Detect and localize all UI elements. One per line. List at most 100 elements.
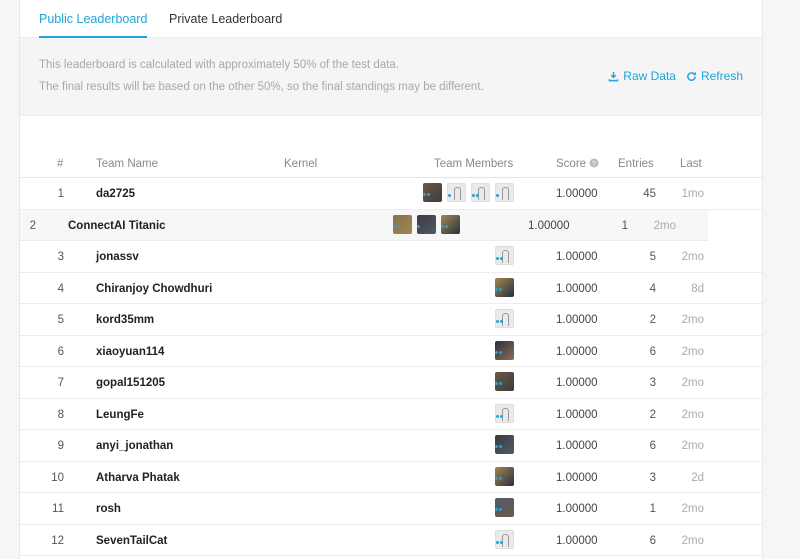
row-team-name[interactable]: xiaoyuan114 — [96, 346, 164, 358]
row-entries: 6 — [649, 345, 656, 358]
row-rank: 11 — [52, 503, 64, 515]
default-avatar-icon[interactable] — [495, 529, 514, 549]
row-rank: 9 — [57, 440, 64, 452]
row-entries: 2 — [649, 314, 656, 326]
row-score: 1.00000 — [556, 503, 598, 515]
row-score: 1.00000 — [556, 314, 598, 326]
row-team-name[interactable]: da2725 — [96, 188, 135, 200]
row-rank: 1 — [57, 188, 64, 200]
table-row[interactable]: 4 Chiranjoy Chowdhuri 1.00000 4 8d — [20, 273, 762, 304]
row-entries: 2 — [649, 408, 656, 421]
table-row[interactable]: 9 anyi_jonathan 1.00000 6 2mo — [20, 430, 762, 462]
table-row[interactable]: 11 rosh 1.00000 1 2mo — [20, 493, 762, 525]
row-score: 1.00000 — [556, 251, 598, 263]
col-score[interactable]: Score ? — [556, 158, 599, 170]
tab-public-leaderboard[interactable]: Public Leaderboard — [39, 12, 148, 39]
refresh-label: Refresh — [700, 69, 743, 83]
row-score: 1.00000 — [556, 188, 598, 200]
row-team-name[interactable]: kord35mm — [96, 314, 154, 326]
row-score: 1.00000 — [556, 534, 598, 547]
help-icon[interactable]: ? — [589, 158, 599, 168]
svg-text:?: ? — [592, 161, 596, 168]
table-row[interactable]: 6 xiaoyuan114 1.00000 6 2mo — [20, 336, 762, 367]
col-team-members: Team Members — [434, 158, 514, 170]
col-team-name[interactable]: Team Name — [96, 158, 158, 170]
default-avatar-icon[interactable] — [495, 183, 514, 202]
row-rank: 12 — [51, 534, 64, 547]
row-team-name[interactable]: ConnectAI Titanic — [68, 220, 166, 232]
table-row[interactable]: 5 kord35mm 1.00000 2 2mo — [20, 304, 762, 336]
row-entries: 1 — [621, 219, 628, 232]
team-members — [495, 498, 514, 517]
download-icon — [608, 71, 619, 81]
leaderboard-tabs: Public Leaderboard Private Leaderboard — [20, 0, 762, 39]
row-entries: 3 — [649, 471, 656, 484]
raw-data-link[interactable]: Raw Data — [608, 69, 676, 83]
refresh-icon — [687, 71, 696, 81]
row-rank: 3 — [57, 251, 64, 263]
row-team-name[interactable]: gopal151205 — [96, 377, 165, 389]
avatar[interactable] — [393, 214, 412, 234]
table-row[interactable]: 2 ConnectAI Titanic 1.00000 1 2mo — [20, 209, 708, 241]
team-members — [495, 340, 514, 360]
row-entries: 3 — [649, 377, 656, 389]
row-last: 2mo — [681, 251, 704, 263]
leaderboard-rows: 1 da2725 1.00000 45 1mo 2 ConnectAI Titanic 1.0… — [20, 178, 762, 556]
row-team-name[interactable]: Atharva Phatak — [96, 472, 180, 484]
row-last: 2mo — [681, 440, 704, 452]
notice-actions: Raw Data Refresh — [608, 69, 743, 83]
table-row[interactable]: 1 da2725 1.00000 45 1mo — [20, 178, 762, 210]
col-score-label: Score — [556, 158, 587, 170]
row-rank: 5 — [57, 314, 64, 326]
row-entries: 6 — [649, 534, 656, 547]
row-rank: 4 — [57, 282, 64, 295]
row-last: 2d — [691, 471, 704, 484]
row-team-name[interactable]: Chiranjoy Chowdhuri — [96, 283, 212, 295]
refresh-link[interactable]: Refresh — [686, 69, 743, 83]
avatar[interactable] — [495, 340, 514, 360]
team-members — [495, 246, 514, 265]
notice-line-2: The final results will be based on the o… — [39, 81, 484, 93]
row-team-name[interactable]: anyi_jonathan — [96, 440, 173, 452]
col-last: Last — [680, 158, 702, 170]
default-avatar-icon[interactable] — [447, 183, 466, 202]
avatar[interactable] — [495, 435, 514, 454]
row-rank: 7 — [57, 377, 64, 389]
avatar[interactable] — [495, 372, 514, 391]
default-avatar-icon[interactable] — [471, 183, 490, 202]
table-row[interactable]: 12 SevenTailCat 1.00000 6 2mo — [20, 525, 762, 556]
row-score: 1.00000 — [556, 377, 598, 389]
tab-private-leaderboard[interactable]: Private Leaderboard — [169, 12, 282, 26]
table-row[interactable]: 10 Atharva Phatak 1.00000 3 2d — [20, 462, 762, 493]
row-team-name[interactable]: LeungFe — [96, 409, 144, 421]
row-score: 1.00000 — [528, 219, 570, 232]
default-avatar-icon[interactable] — [495, 403, 514, 423]
table-row[interactable]: 7 gopal151205 1.00000 3 2mo — [20, 367, 762, 399]
avatar[interactable] — [441, 214, 460, 234]
avatar[interactable] — [495, 498, 514, 517]
avatar[interactable] — [423, 183, 442, 202]
row-entries: 45 — [643, 188, 656, 200]
row-team-name[interactable]: jonassv — [96, 251, 139, 263]
avatar[interactable] — [495, 277, 514, 297]
team-members — [423, 183, 514, 202]
team-members — [393, 214, 460, 234]
row-rank: 10 — [51, 471, 64, 484]
raw-data-label: Raw Data — [623, 69, 676, 83]
row-last: 2mo — [681, 534, 704, 547]
avatar[interactable] — [417, 214, 436, 234]
row-last: 2mo — [681, 503, 704, 515]
table-row[interactable]: 8 LeungFe 1.00000 2 2mo — [20, 399, 762, 430]
default-avatar-icon[interactable] — [495, 246, 514, 265]
avatar[interactable] — [495, 466, 514, 486]
row-team-name[interactable]: SevenTailCat — [96, 535, 167, 547]
leaderboard-panel: Public Leaderboard Private Leaderboard T… — [19, 0, 763, 559]
default-avatar-icon[interactable] — [495, 309, 514, 328]
row-score: 1.00000 — [556, 282, 598, 295]
row-team-name[interactable]: rosh — [96, 503, 121, 515]
table-row[interactable]: 3 jonassv 1.00000 5 2mo — [20, 241, 762, 273]
row-last: 8d — [691, 282, 704, 295]
team-members — [495, 403, 514, 423]
row-rank: 8 — [57, 408, 64, 421]
row-score: 1.00000 — [556, 440, 598, 452]
